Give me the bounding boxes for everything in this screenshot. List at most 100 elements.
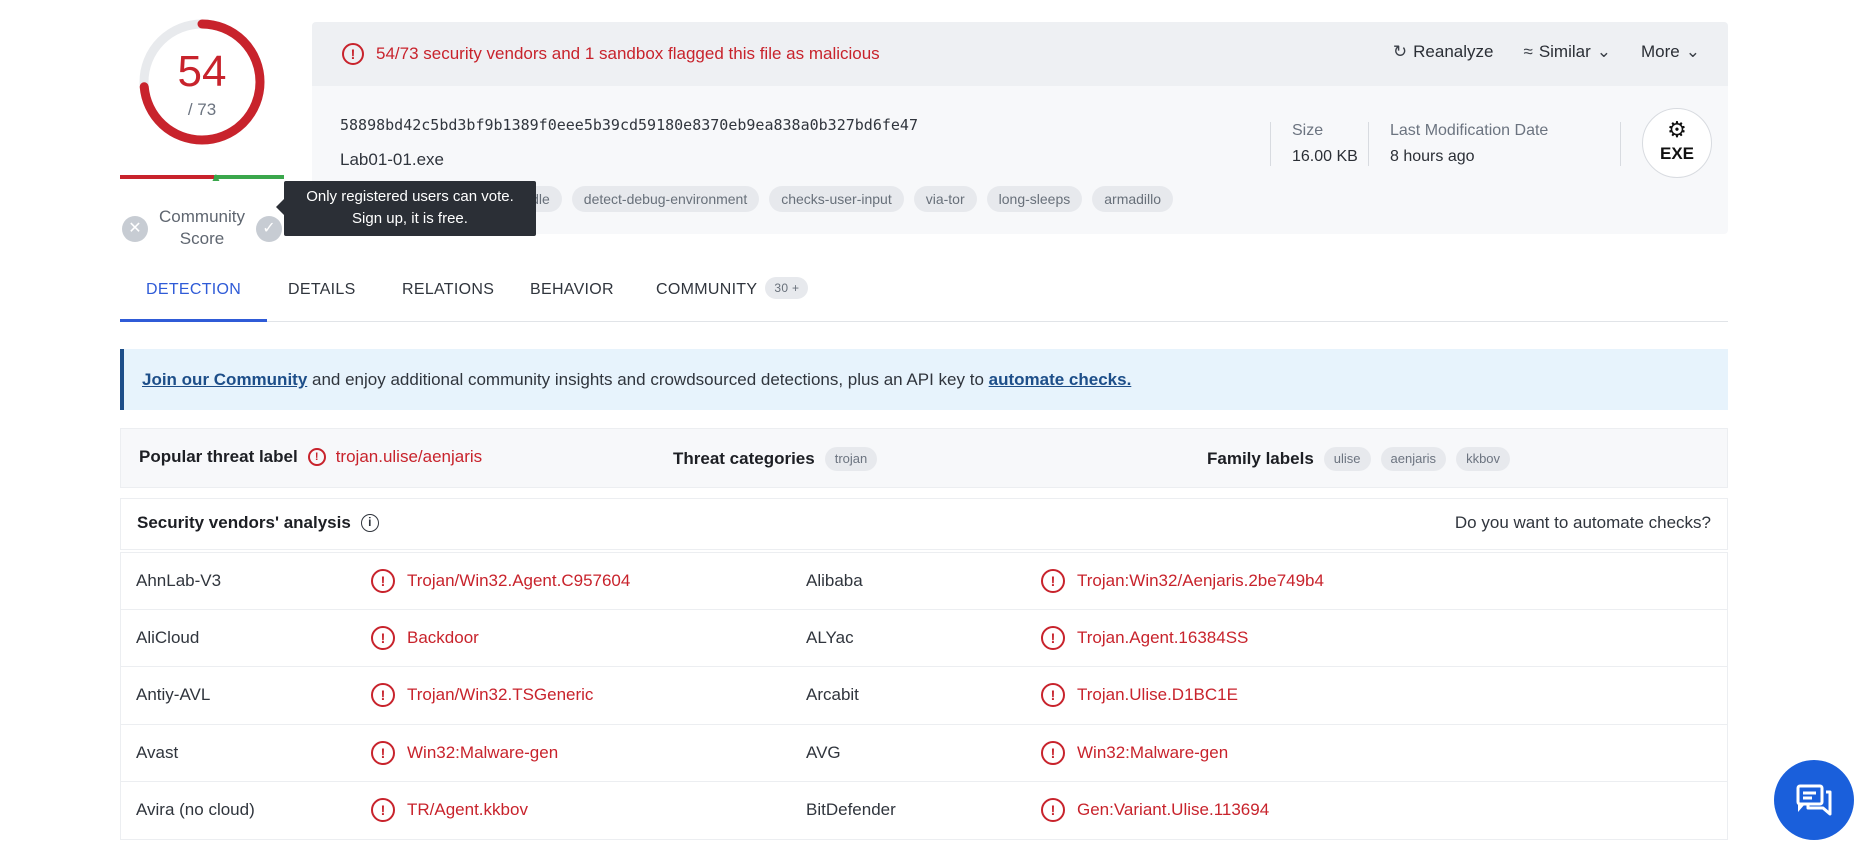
detection-label: Backdoor	[407, 627, 479, 647]
tab-community[interactable]: COMMUNITY 30 +	[630, 268, 834, 322]
threat-category-pill[interactable]: trojan	[824, 447, 878, 471]
vendor-result: ! Backdoor	[371, 610, 479, 666]
banner-text: and enjoy additional community insights …	[307, 370, 989, 389]
file-tag[interactable]: long-sleeps	[986, 186, 1083, 212]
malicious-icon: !	[1041, 625, 1065, 650]
malicious-alert-text: 54/73 security vendors and 1 sandbox fla…	[376, 44, 880, 63]
community-count-badge: 30 +	[765, 277, 809, 299]
info-icon[interactable]: i	[360, 514, 379, 532]
tab-behavior[interactable]: BEHAVIOR	[504, 268, 640, 322]
file-type-label: EXE	[1659, 144, 1695, 163]
malicious-icon: !	[371, 740, 395, 765]
file-size: Size 16.00 KB	[1292, 118, 1358, 170]
vendor-row: Avast! Win32:Malware-gen AVG! Win32:Malware…	[120, 724, 1728, 782]
automate-checks-link[interactable]: automate checks.	[989, 370, 1132, 389]
detection-total: / 73	[187, 100, 217, 119]
malicious-icon: !	[371, 625, 395, 650]
chat-icon	[1796, 784, 1832, 816]
community-score-label: Community Score	[159, 207, 245, 248]
popular-threat-value[interactable]: trojan.ulise/aenjaris	[336, 447, 482, 467]
detection-label: Gen:Variant.Ulise.113694	[1077, 800, 1270, 819]
vendors-title: Security vendors' analysis i	[137, 513, 379, 533]
detection-label: Win32:Malware-gen	[407, 742, 559, 762]
threat-categories-title: Threat categories	[673, 449, 815, 468]
tab-community-label: COMMUNITY	[656, 281, 758, 298]
tab-detection[interactable]: DETECTION	[120, 268, 268, 322]
vendor-result: ! Win32:Malware-gen	[1041, 725, 1228, 781]
vendor-result: ! Gen:Variant.Ulise.113694	[1041, 782, 1269, 838]
similar-button[interactable]: ≈ Similar ⌄	[1523, 42, 1611, 62]
vote-malicious-button[interactable]: ✕	[122, 216, 148, 242]
vendor-name: Avira (no cloud)	[136, 800, 255, 819]
vendor-name: AVG	[806, 742, 841, 762]
meta-divider	[1620, 122, 1621, 166]
vendor-row: AhnLab-V3! Trojan/Win32.Agent.C957604 Alib…	[120, 552, 1728, 610]
similar-label: Similar	[1538, 42, 1591, 61]
vote-tooltip: Only registered users can vote. Sign up,…	[276, 181, 536, 236]
last-modified-value: 8 hours ago	[1390, 148, 1475, 165]
threat-categories: Threat categories trojan	[673, 447, 878, 471]
detection-label: Win32:Malware-gen	[1077, 742, 1229, 762]
file-tag[interactable]: armadillo	[1092, 186, 1174, 212]
vendors-header: Security vendors' analysis i Do you want…	[120, 498, 1728, 550]
file-tag[interactable]: detect-debug-environment	[571, 186, 760, 212]
threat-summary: Popular threat label ! trojan.ulise/aenj…	[120, 428, 1728, 488]
chevron-down-icon: ⌄	[1596, 42, 1612, 61]
malicious-icon: !	[1041, 683, 1065, 707]
vendor-name: Alibaba	[806, 571, 863, 590]
community-score-bar: ▲	[120, 171, 284, 183]
vendor-name: ALYac	[806, 627, 854, 647]
file-type-badge: ⚙ EXE	[1642, 108, 1712, 178]
file-tag[interactable]: via-tor	[913, 186, 977, 212]
file-hash[interactable]: 58898bd42c5bd3bf9b1389f0eee5b39cd59180e8…	[340, 116, 918, 134]
meta-divider	[1270, 122, 1271, 166]
community-banner: Join our Community and enjoy additional …	[120, 349, 1728, 410]
file-actions: ↻ Reanalyze ≈ Similar ⌄ More ⌄	[1393, 42, 1700, 62]
vendor-name: AliCloud	[136, 627, 200, 647]
family-label-pill[interactable]: aenjaris	[1380, 447, 1447, 471]
malicious-alert-bar: ! 54/73 security vendors and 1 sandbox f…	[312, 22, 1728, 86]
score-marker-icon: ▲	[210, 170, 222, 184]
family-label-pill[interactable]: kkbov	[1456, 447, 1511, 471]
alert-icon: !	[342, 43, 364, 65]
similar-icon: ≈	[1523, 42, 1533, 61]
vendor-name: Antiy-AVL	[136, 685, 211, 704]
family-label-pill[interactable]: ulise	[1323, 447, 1371, 471]
tab-relations[interactable]: RELATIONS	[376, 268, 520, 322]
join-community-link[interactable]: Join our Community	[142, 370, 307, 389]
vendor-result: ! Trojan:Win32/Aenjaris.2be749b4	[1041, 553, 1324, 609]
vendor-result: ! TR/Agent.kkbov	[371, 782, 528, 838]
automate-checks-prompt[interactable]: Do you want to automate checks?	[1455, 513, 1711, 533]
detection-label: Trojan.Agent.16384SS	[1077, 627, 1249, 647]
vendor-name: Arcabit	[806, 685, 859, 704]
detection-label: Trojan/Win32.Agent.C957604	[407, 571, 631, 590]
vendor-result: ! Trojan/Win32.TSGeneric	[371, 667, 593, 723]
popular-threat-title: Popular threat label	[139, 447, 298, 466]
reanalyze-button[interactable]: ↻ Reanalyze	[1393, 42, 1494, 62]
alert-icon: !	[307, 448, 326, 466]
family-labels-title: Family labels	[1207, 449, 1314, 468]
vendor-result: ! Win32:Malware-gen	[371, 725, 558, 781]
detection-label: TR/Agent.kkbov	[407, 800, 528, 819]
file-tag[interactable]: checks-user-input	[769, 186, 904, 212]
vendor-name: BitDefender	[806, 800, 896, 819]
family-labels: Family labels ulise aenjaris kkbov	[1207, 447, 1511, 471]
malicious-icon: !	[1041, 569, 1065, 593]
vendor-result: ! Trojan.Agent.16384SS	[1041, 610, 1248, 666]
more-button[interactable]: More ⌄	[1641, 42, 1700, 62]
detection-count: 54	[177, 47, 227, 96]
malicious-icon: !	[371, 569, 395, 593]
chat-button[interactable]	[1774, 760, 1854, 840]
vendor-row: Avira (no cloud)! TR/Agent.kkbov BitDefend…	[120, 782, 1728, 840]
vendors-title-text: Security vendors' analysis	[137, 513, 351, 532]
detection-label: Trojan:Win32/Aenjaris.2be749b4	[1077, 571, 1324, 590]
vendor-name: AhnLab-V3	[136, 571, 222, 590]
malicious-icon: !	[371, 798, 395, 822]
last-modified: Last Modification Date 8 hours ago	[1390, 118, 1548, 170]
vendor-result: ! Trojan/Win32.Agent.C957604	[371, 553, 630, 609]
vendor-row: AliCloud! Backdoor ALYac! Trojan.Agent.1638…	[120, 609, 1728, 667]
meta-divider	[1368, 122, 1369, 166]
tab-details[interactable]: DETAILS	[262, 268, 382, 322]
report-tabs: DETECTION DETAILS RELATIONS BEHAVIOR COM…	[120, 268, 1728, 322]
vote-harmless-button[interactable]: ✓	[256, 216, 282, 242]
